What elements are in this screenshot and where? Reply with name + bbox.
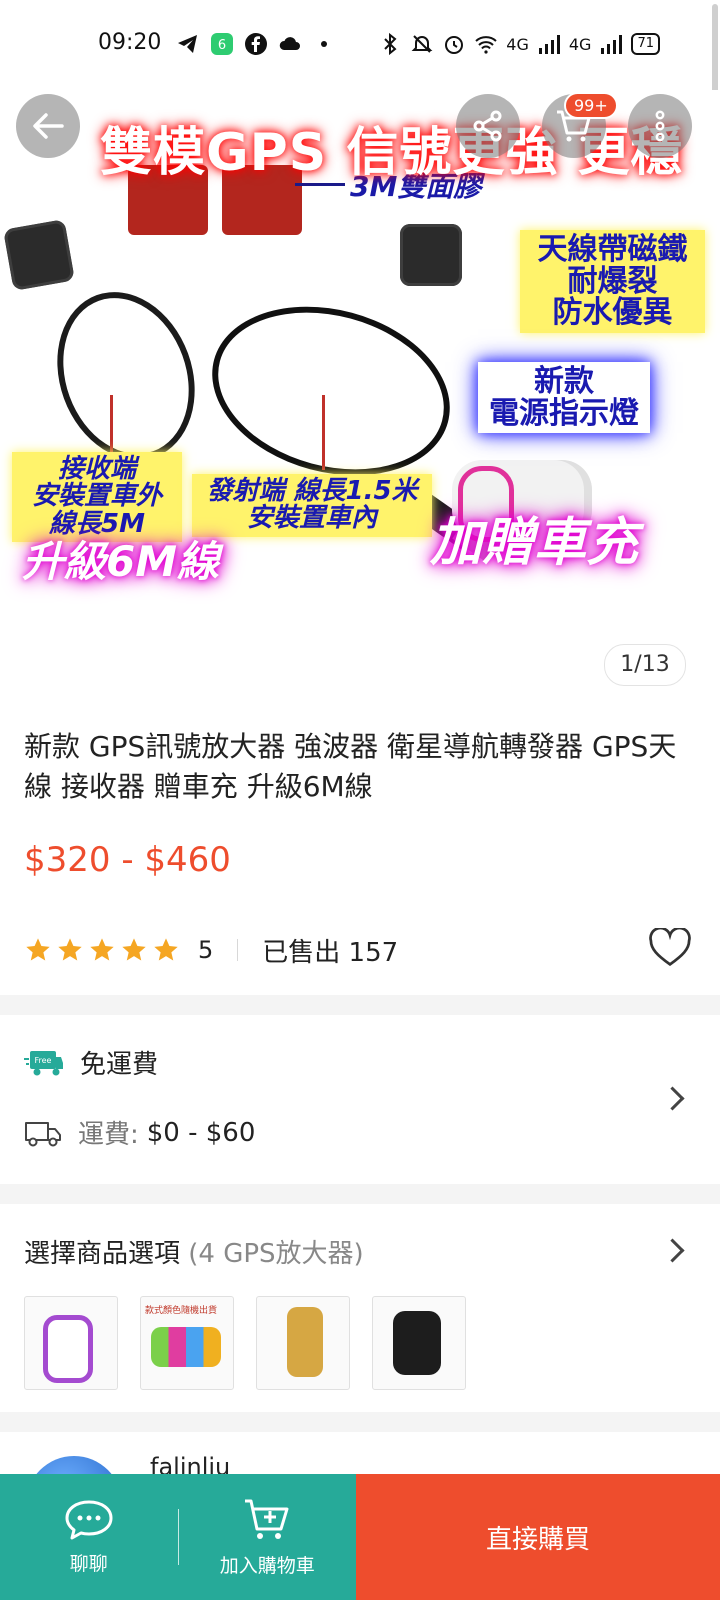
chat-bubble-icon [65, 1500, 113, 1539]
option-thumbnails: 款式顏色隨機出貨 [24, 1296, 466, 1390]
free-shipping-row: Free 免運費 [24, 1044, 158, 1081]
rating-value: 5 [198, 936, 214, 964]
rating-stars [24, 936, 180, 964]
free-shipping-label: 免運費 [80, 1050, 159, 1080]
options-title: 選擇商品選項 [24, 1239, 181, 1269]
free-shipping-truck-icon: Free [24, 1050, 63, 1075]
section-divider [0, 995, 720, 1015]
product-price: $320 - $460 [24, 840, 231, 880]
back-button[interactable] [16, 94, 80, 158]
receiver-leader-line [110, 395, 113, 455]
wifi-icon [475, 36, 497, 54]
rating-divider [237, 939, 239, 961]
option-thumbnail-4[interactable] [372, 1296, 466, 1390]
option-thumbnail-3[interactable] [256, 1296, 350, 1390]
gps-receiver-module-image [3, 219, 75, 291]
delivery-truck-icon [25, 1121, 61, 1146]
thumbnail-note: 款式顏色隨機出貨 [145, 1306, 218, 1316]
options-count: (4 GPS放大器) [188, 1239, 364, 1269]
signal-icon [538, 35, 560, 54]
add-to-cart-button[interactable]: 加入購物車 [179, 1474, 357, 1600]
network-4g-1: 4G [506, 34, 529, 54]
more-notifications-dot-icon [321, 41, 327, 47]
shipping-fee-value: $0 - $60 [146, 1117, 256, 1148]
add-to-cart-label: 加入購物車 [219, 1554, 315, 1577]
star-icon [26, 938, 50, 961]
facebook-icon [245, 33, 267, 55]
share-icon [473, 110, 502, 142]
rating-row: 5 已售出 157 [24, 928, 696, 972]
section-divider [0, 1184, 720, 1204]
alarm-icon [445, 36, 464, 54]
gps-transmitter-module-image [400, 224, 462, 286]
more-vertical-icon [655, 110, 665, 142]
status-time: 09:20 [98, 30, 162, 55]
add-to-cart-icon [245, 1499, 289, 1539]
app-notification-icon: 6 [211, 33, 233, 55]
product-image-carousel[interactable]: 3M雙面膠 雙模GPS 信號更強 更穩 天線帶磁鐵 耐爆裂 防水優異 新款 電源… [0, 90, 720, 700]
options-title-row: 選擇商品選項 (4 GPS放大器) [24, 1233, 364, 1270]
mute-bell-icon [411, 35, 433, 53]
star-icon [122, 938, 146, 961]
shipping-fee-row: 運費: $0 - $60 [24, 1114, 255, 1151]
section-divider [0, 1412, 720, 1432]
buy-now-label: 直接購買 [485, 1524, 590, 1555]
option-thumbnail-1[interactable] [24, 1296, 118, 1390]
receiver-cable-image [34, 272, 218, 480]
arrow-left-icon [33, 113, 64, 139]
svg-text:Free: Free [35, 1056, 52, 1065]
telegram-icon [178, 35, 197, 53]
svg-text:6: 6 [218, 38, 226, 53]
signal-icon-2 [601, 35, 623, 54]
power-indicator-caption: 新款 電源指示燈 [478, 362, 650, 433]
gift-charger-caption: 加贈車充 [430, 513, 639, 573]
transmitter-caption: 發射端 線長1.5米 安裝置車內 [192, 474, 432, 537]
star-icon [90, 938, 114, 961]
buy-now-button[interactable]: 直接購買 [356, 1474, 720, 1600]
share-button[interactable] [456, 94, 520, 158]
heart-icon[interactable] [648, 928, 692, 968]
star-icon [154, 938, 178, 961]
transmitter-leader-line [322, 395, 325, 470]
star-icon [58, 938, 82, 961]
chat-button[interactable]: 聊聊 [0, 1474, 178, 1600]
cloud-icon [279, 37, 300, 50]
upgrade-cable-caption: 升級6M線 [22, 537, 220, 586]
status-bar: 09:20 6 4G 4G 71 [0, 0, 720, 90]
cart-count-badge: 99+ [564, 92, 618, 119]
shipping-fee-label: 運費: [78, 1120, 139, 1150]
antenna-feature-caption: 天線帶磁鐵 耐爆裂 防水優異 [520, 230, 705, 333]
more-options-button[interactable] [628, 94, 692, 158]
bottom-left-actions: 聊聊 加入購物車 [0, 1474, 356, 1600]
chevron-right-icon[interactable] [660, 1238, 685, 1263]
option-thumbnail-2[interactable]: 款式顏色隨機出貨 [140, 1296, 234, 1390]
bottom-action-bar: 聊聊 加入購物車 直接購買 [0, 1474, 720, 1600]
image-counter: 1/13 [604, 644, 686, 686]
battery-indicator: 71 [631, 33, 660, 55]
product-title: 新款 GPS訊號放大器 強波器 衛星導航轉發器 GPS天線 接收器 贈車充 升級… [24, 730, 677, 803]
transmitter-cable-image [193, 281, 469, 501]
sold-count: 已售出 157 [262, 937, 399, 968]
network-4g-2: 4G [568, 34, 592, 54]
chat-label: 聊聊 [69, 1552, 108, 1575]
chevron-right-icon[interactable] [660, 1086, 685, 1111]
bluetooth-icon [384, 32, 397, 56]
